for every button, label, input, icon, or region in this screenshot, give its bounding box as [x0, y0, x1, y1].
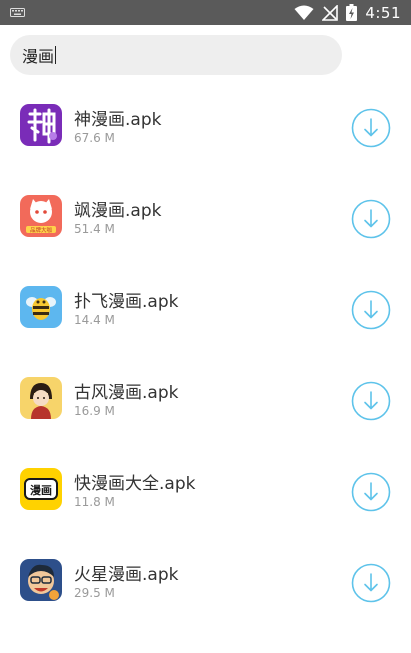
list-item[interactable]: 品牌大咖 飒漫画.apk 51.4 M [0, 174, 411, 265]
apk-size: 51.4 M [74, 222, 115, 236]
download-icon[interactable] [351, 290, 391, 330]
search-query: 漫画 [22, 47, 55, 66]
apk-size: 14.4 M [74, 313, 115, 327]
apk-name: 扑飞漫画.apk [74, 292, 179, 312]
signal-off-icon [322, 4, 339, 21]
apk-name: 快漫画大全.apk [74, 474, 196, 494]
sa-icon-caption: 品牌大咖 [30, 226, 53, 234]
apk-size: 11.8 M [74, 495, 115, 509]
download-icon[interactable] [351, 381, 391, 421]
sa-manhua-app-icon: 品牌大咖 [20, 195, 62, 237]
list-item[interactable]: 古风漫画.apk 16.9 M [0, 356, 411, 447]
gufeng-manhua-app-icon [20, 377, 62, 419]
apk-size: 16.9 M [74, 404, 115, 418]
status-bar: 4:51 [0, 0, 411, 25]
kuai-manhua-app-icon: 漫画 [20, 468, 62, 510]
text-cursor [55, 46, 57, 64]
apk-name: 飒漫画.apk [74, 201, 162, 221]
list-item[interactable]: 火星漫画.apk 29.5 M [0, 538, 411, 629]
status-time: 4:51 [365, 3, 401, 22]
apk-name: 神漫画.apk [74, 110, 162, 130]
list-item[interactable]: 扑飞漫画.apk 14.4 M [0, 265, 411, 356]
search-input[interactable]: 漫画 [10, 35, 342, 75]
battery-charging-icon [346, 4, 358, 21]
list-item[interactable]: 神漫画.apk 67.6 M [0, 83, 411, 174]
kuai-icon-caption: 漫画 [30, 483, 52, 497]
apk-size: 29.5 M [74, 586, 115, 600]
download-icon[interactable] [351, 199, 391, 239]
download-icon[interactable] [351, 108, 391, 148]
apk-name: 古风漫画.apk [74, 383, 179, 403]
huoxing-manhua-app-icon [20, 559, 62, 601]
download-icon[interactable] [351, 563, 391, 603]
apk-name: 火星漫画.apk [74, 565, 179, 585]
shen-manhua-app-icon [20, 104, 62, 146]
keyboard-icon [10, 8, 25, 17]
apk-size: 67.6 M [74, 131, 115, 145]
wifi-icon [294, 5, 314, 20]
pufei-manhua-app-icon [20, 286, 62, 328]
download-icon[interactable] [351, 472, 391, 512]
list-item[interactable]: 漫画 快漫画大全.apk 11.8 M [0, 447, 411, 538]
